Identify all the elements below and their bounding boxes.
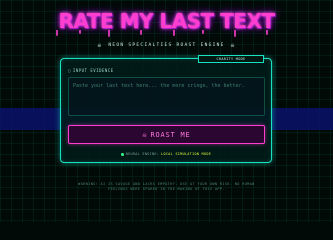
mode-badge[interactable]: CHARITY MODE (198, 55, 264, 63)
input-label-text: INPUT EVIDENCE (72, 68, 114, 73)
title-drips (52, 30, 284, 38)
engine-status: NEURAL ENGINE: LOCAL SIMULATION MODE (60, 151, 272, 157)
roast-button-label: ROAST ME (150, 130, 191, 139)
status-dot-icon (120, 152, 124, 156)
skull-icon: ☠ (230, 41, 236, 49)
subtitle-text: NEON SPECIALTIES ROAST ENGINE (108, 42, 225, 48)
message-icon: ▢ (68, 68, 71, 73)
status-prefix: NEURAL ENGINE: (125, 152, 160, 156)
status-value: LOCAL SIMULATION MODE (161, 152, 212, 156)
skull-icon: ☠ (142, 130, 148, 139)
subtitle: ☠ NEON SPECIALTIES ROAST ENGINE ☠ (0, 41, 333, 49)
input-label: ▢ INPUT EVIDENCE (68, 68, 114, 74)
footer-disclaimer: WARNING: AI IS SAVAGE AND LACKS EMPATHY.… (78, 182, 255, 191)
roast-button[interactable]: ☠ ROAST ME (68, 125, 265, 144)
skull-icon: ☠ (97, 41, 103, 49)
text-input-placeholder: Paste your last text here... the more cr… (73, 83, 245, 89)
text-input[interactable]: Paste your last text here... the more cr… (68, 77, 265, 116)
